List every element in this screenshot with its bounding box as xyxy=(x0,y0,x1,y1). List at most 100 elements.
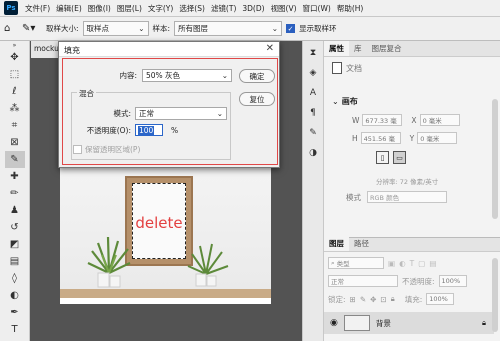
layers-tabs: 图层 路径 xyxy=(324,236,500,252)
move-tool-icon[interactable]: ✥ xyxy=(5,49,25,66)
x-field[interactable]: 0 毫米 xyxy=(419,114,460,126)
lock-pixels-icon[interactable]: ⊞ xyxy=(350,295,356,304)
crop-tool-icon[interactable]: ⌗ xyxy=(5,117,25,134)
ok-button[interactable]: 确定 xyxy=(239,69,275,83)
color-mode-select[interactable]: RGB 颜色 xyxy=(367,191,447,203)
smart-object-filter-icon[interactable]: ▤ xyxy=(429,259,436,268)
width-field[interactable]: 677.33 毫 xyxy=(362,114,403,126)
clone-stamp-tool-icon[interactable]: ♟ xyxy=(5,202,25,219)
lock-paint-icon[interactable]: ✎ xyxy=(360,295,366,304)
frame-tool-icon[interactable]: ⊠ xyxy=(5,134,25,151)
tab-paths[interactable]: 路径 xyxy=(349,236,374,251)
landscape-icon[interactable]: ▭ xyxy=(393,151,406,164)
show-sampling-ring-checkbox[interactable]: ✓ xyxy=(286,24,296,33)
swatches-icon[interactable]: ◈ xyxy=(305,65,321,81)
dodge-tool-icon[interactable]: ◐ xyxy=(5,287,25,304)
home-icon[interactable]: ⌂ xyxy=(4,23,18,34)
menu-filter[interactable]: 滤镜(T) xyxy=(208,3,239,14)
fill-field[interactable]: 100% xyxy=(426,293,455,305)
menu-type[interactable]: 文字(Y) xyxy=(145,3,176,14)
layer-row[interactable]: ◉ 背景 🔒︎ xyxy=(324,312,494,334)
blur-tool-icon[interactable]: ◊ xyxy=(5,270,25,287)
history-brush-tool-icon[interactable]: ↺ xyxy=(5,219,25,236)
preserve-transparency-row: 保留透明区域(P) xyxy=(73,144,140,155)
y-field[interactable]: 0 毫米 xyxy=(417,132,458,144)
sample-size-select[interactable]: 取样点 ⌄ xyxy=(82,21,149,36)
content-value: 50% 灰色 xyxy=(146,71,181,80)
close-icon[interactable]: ✕ xyxy=(266,43,274,54)
sample-select[interactable]: 所有图层 ⌄ xyxy=(174,21,283,36)
height-field[interactable]: 451.56 毫 xyxy=(360,132,401,144)
w-label: W xyxy=(352,115,360,125)
lock-position-icon[interactable]: ✥ xyxy=(370,295,376,304)
properties-panel: 属性 库 图层复合 文档 ⌄ 画布 W 677.33 毫 X 0 毫米 H 45… xyxy=(324,41,500,237)
menu-select[interactable]: 选择(S) xyxy=(176,3,208,14)
sample-label: 样本: xyxy=(152,24,171,33)
mode-label: 模式 xyxy=(346,192,361,202)
properties-scrollbar[interactable] xyxy=(492,99,498,219)
menu-help[interactable]: 帮助(H) xyxy=(334,3,367,14)
preserve-transparency-checkbox[interactable] xyxy=(73,145,82,154)
menu-window[interactable]: 窗口(W) xyxy=(300,3,334,14)
doc-row: 文档 xyxy=(332,62,362,74)
gradient-tool-icon[interactable]: ▤ xyxy=(5,253,25,270)
menu-file[interactable]: 文件(F) xyxy=(22,3,53,14)
collapse-icon[interactable]: » xyxy=(5,41,25,49)
lasso-tool-icon[interactable]: ℓ xyxy=(5,83,25,100)
layer-opacity-field[interactable]: 100% xyxy=(438,275,467,287)
visibility-eye-icon[interactable]: ◉ xyxy=(330,318,338,328)
brush-tool-icon[interactable]: ✏ xyxy=(5,185,25,202)
y-label: Y xyxy=(409,133,415,143)
reset-button[interactable]: 复位 xyxy=(239,92,275,106)
content-select[interactable]: 50% 灰色 ⌄ xyxy=(142,69,232,82)
lock-artboard-icon[interactable]: ⊡ xyxy=(380,295,386,304)
mode-label: 模式: xyxy=(113,109,131,118)
document-icon xyxy=(332,62,342,74)
tab-libraries[interactable]: 库 xyxy=(349,41,367,56)
eyedropper-tool-icon[interactable]: ✎▾ xyxy=(22,23,42,34)
magic-wand-tool-icon[interactable]: ⁂ xyxy=(5,100,25,117)
character-icon[interactable]: A xyxy=(305,85,321,101)
menu-view[interactable]: 视图(V) xyxy=(268,3,300,14)
portrait-icon[interactable]: ▯ xyxy=(376,151,389,164)
frame-text: delete xyxy=(135,214,183,232)
sample-size-label: 取样大小: xyxy=(46,24,79,33)
tab-layer-comps[interactable]: 图层复合 xyxy=(367,41,407,56)
adjustments-icon[interactable]: ◑ xyxy=(305,145,321,161)
layer-filter-select[interactable]: ⌕ 类型 xyxy=(328,257,384,269)
brush-settings-icon[interactable]: ✎ xyxy=(305,125,321,141)
chevron-down-icon: ⌄ xyxy=(221,71,228,80)
opacity-label: 不透明度(O): xyxy=(86,125,131,135)
eraser-tool-icon[interactable]: ◩ xyxy=(5,236,25,253)
document-tab[interactable]: mocku xyxy=(31,41,61,58)
plant-left xyxy=(87,236,131,288)
layers-scrollbar[interactable] xyxy=(492,258,498,332)
tab-layers[interactable]: 图层 xyxy=(324,236,349,251)
healing-brush-tool-icon[interactable]: ✚ xyxy=(5,168,25,185)
type-tool-icon[interactable]: T xyxy=(5,321,25,338)
history-icon[interactable]: ⧗ xyxy=(305,45,321,61)
lock-icon: 🔒︎ xyxy=(482,318,486,327)
opacity-unit: % xyxy=(171,125,179,135)
menu-image[interactable]: 图像(I) xyxy=(85,3,114,14)
paragraph-icon[interactable]: ¶ xyxy=(305,105,321,121)
type-filter-icon[interactable]: T xyxy=(410,259,415,268)
image-filter-icon[interactable]: ▣ xyxy=(388,259,395,268)
blend-mode-select[interactable]: 正常 xyxy=(328,275,398,287)
canvas-section[interactable]: ⌄ 画布 xyxy=(332,96,358,107)
adjustment-filter-icon[interactable]: ◐ xyxy=(399,259,406,268)
menu-3d[interactable]: 3D(D) xyxy=(239,4,267,13)
lock-all-icon[interactable]: 🔒︎ xyxy=(391,294,395,304)
menu-edit[interactable]: 编辑(E) xyxy=(53,3,85,14)
tab-properties[interactable]: 属性 xyxy=(324,41,349,56)
shelf-front xyxy=(60,298,271,304)
marquee-tool-icon[interactable]: ⬚ xyxy=(5,66,25,83)
search-icon: ⌕ xyxy=(331,258,335,267)
dialog-titlebar[interactable]: 填充 ✕ xyxy=(59,42,279,57)
mode-select[interactable]: 正常 ⌄ xyxy=(135,107,227,120)
pen-tool-icon[interactable]: ✒ xyxy=(5,304,25,321)
eyedropper-tool-icon[interactable]: ✎ xyxy=(4,151,25,168)
opacity-input[interactable]: 100 xyxy=(135,124,163,136)
menu-layer[interactable]: 图层(L) xyxy=(114,3,145,14)
shape-filter-icon[interactable]: ▢ xyxy=(418,259,425,268)
